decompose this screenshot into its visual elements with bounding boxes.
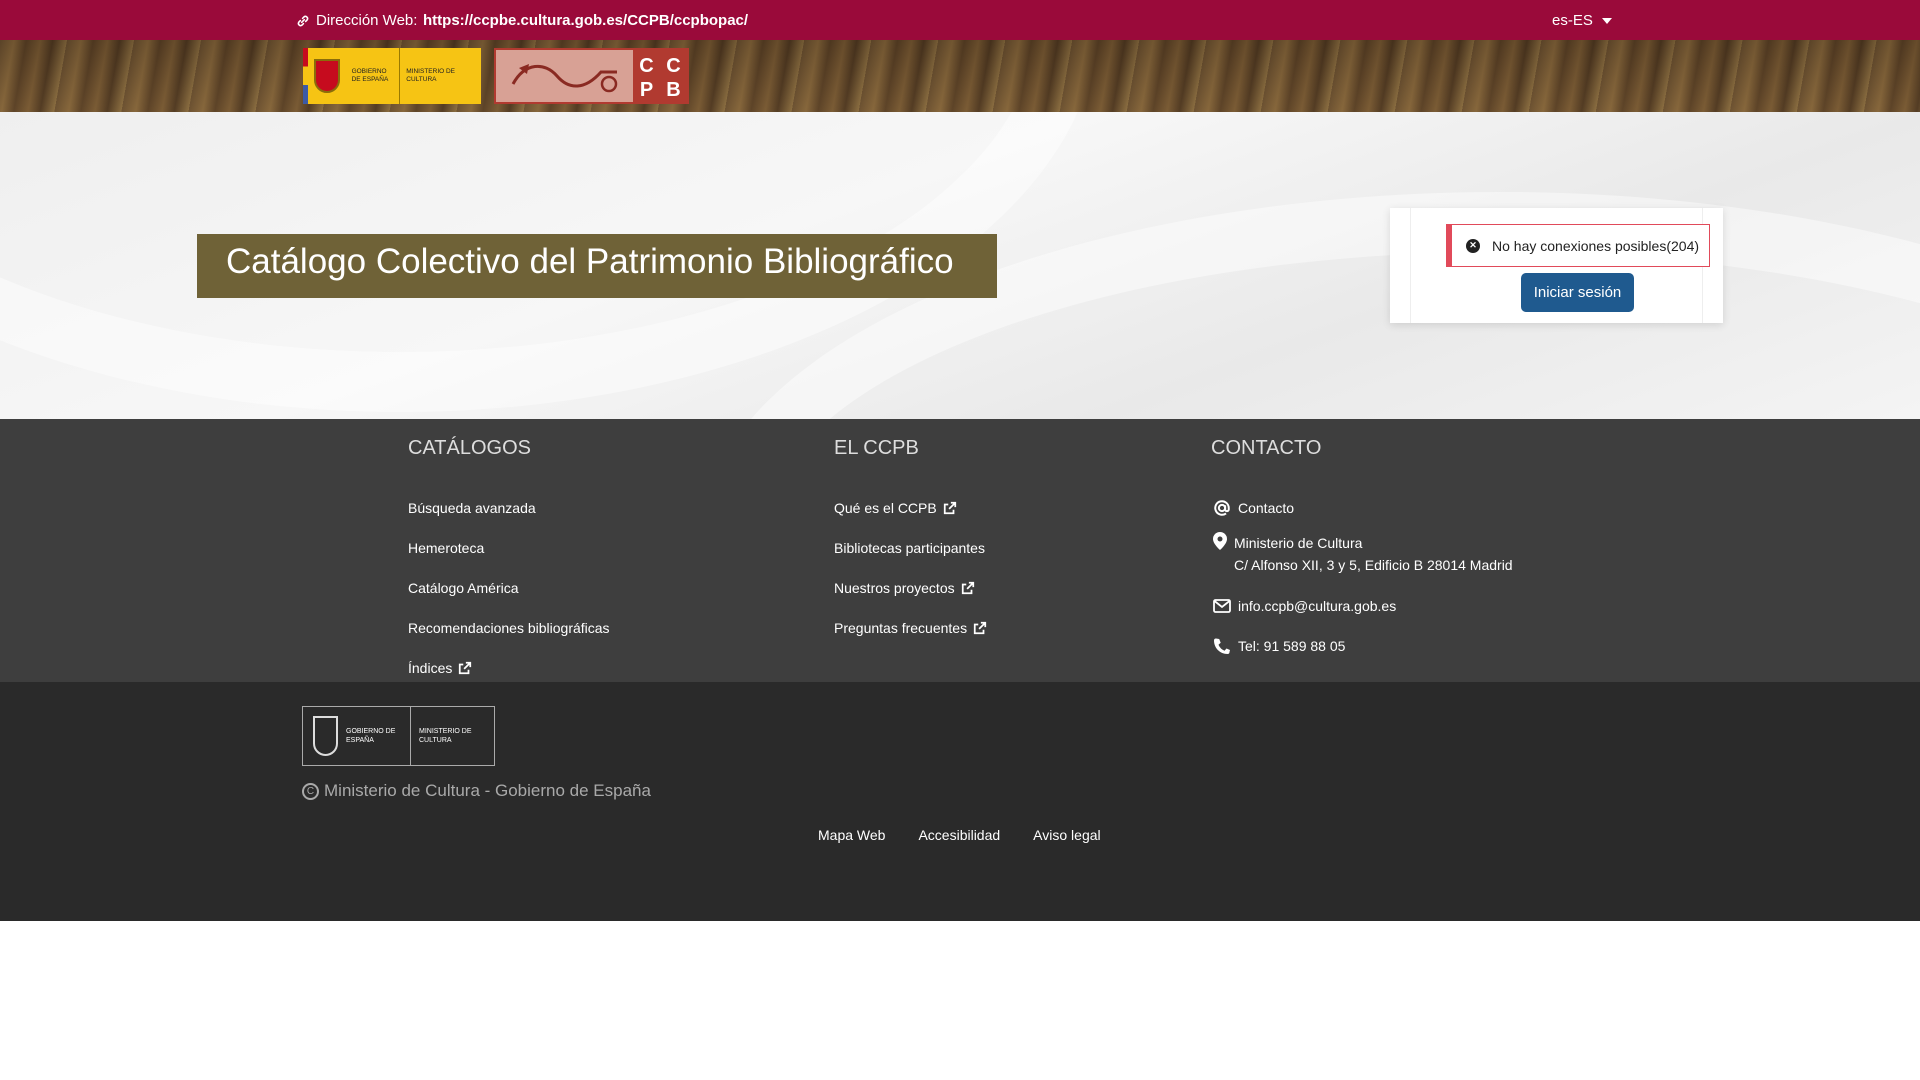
email-text: info.ccpb@cultura.gob.es [1238, 598, 1397, 614]
address-line-1: Ministerio de Cultura [1234, 535, 1363, 551]
web-address-label: Dirección Web: [296, 12, 417, 29]
external-link-icon [459, 661, 472, 675]
link-icon [297, 15, 309, 26]
link-recomendaciones[interactable]: Recomendaciones bibliográficas [408, 608, 610, 648]
legal-links: Mapa Web Accesibilidad Aviso legal [818, 827, 1101, 843]
address-item: Ministerio de Cultura C/ Alfonso XII, 3 … [1211, 528, 1513, 586]
alert-text: No hay conexiones posibles(204) [1492, 237, 1700, 254]
caret-down-icon [1601, 17, 1612, 24]
ccpb-letter: B [666, 78, 681, 101]
external-link-icon [943, 501, 956, 515]
footer-bottom: GOBIERNO DE ESPAÑA MINISTERIO DE CULTURA… [0, 682, 1920, 921]
login-panel-inner: ✕ No hay conexiones posibles(204) Inicia… [1410, 208, 1710, 323]
language-value: es-ES [1552, 12, 1593, 29]
link-busqueda-avanzada[interactable]: Búsqueda avanzada [408, 488, 610, 528]
link-contacto-label: Contacto [1238, 500, 1295, 516]
copyright: C Ministerio de Cultura - Gobierno de Es… [302, 781, 651, 801]
link-nuestros-proyectos-label: Nuestros proyectos [834, 580, 955, 596]
catalogs-heading: CATÁLOGOS [408, 437, 531, 459]
ccpb-letter: C [666, 55, 681, 77]
ministry-logo-mono-text: MINISTERIO DE CULTURA [419, 728, 472, 744]
ccpb-letter: C [639, 55, 654, 77]
at-icon [1211, 499, 1233, 517]
dragon-key-icon [496, 50, 633, 102]
map-marker-icon [1211, 532, 1229, 550]
link-que-es-ccpb-label: Qué es el CCPB [834, 500, 937, 516]
link-preguntas-frecuentes-label: Preguntas frecuentes [834, 620, 968, 636]
coat-of-arms-icon [308, 48, 345, 104]
email-link[interactable]: info.ccpb@cultura.gob.es [1211, 586, 1513, 626]
ccpb-letters: C C P B [633, 50, 687, 102]
coat-of-arms-icon [313, 716, 338, 756]
footer-links-section: CATÁLOGOS Búsqueda avanzada Hemeroteca C… [0, 419, 1920, 682]
address-label-text: Dirección Web: [316, 12, 418, 29]
top-bar: Dirección Web: https://ccpbe.cultura.gob… [0, 0, 1920, 40]
external-link-icon [973, 621, 987, 635]
contact-heading: CONTACTO [1211, 437, 1322, 459]
ccpb-heading: EL CCPB [834, 437, 919, 459]
copyright-text: Ministerio de Cultura - Gobierno de Espa… [324, 781, 651, 800]
language-selector[interactable]: es-ES [1552, 12, 1612, 29]
link-nuestros-proyectos[interactable]: Nuestros proyectos [834, 568, 987, 608]
contact-column: CONTACTO Contacto Ministerio de Cultura … [1211, 437, 1513, 666]
envelope-icon [1211, 599, 1233, 613]
link-bibliotecas[interactable]: Bibliotecas participantes [834, 528, 987, 568]
link-aviso-legal[interactable]: Aviso legal [1033, 827, 1100, 843]
login-button[interactable]: Iniciar sesión [1521, 273, 1634, 312]
link-catalogo-america[interactable]: Catálogo América [408, 568, 610, 608]
ccpb-letter: P [639, 78, 654, 101]
gov-logo-mono-text: GOBIERNO DE ESPAÑA [346, 728, 396, 744]
ccpb-logo[interactable]: C C P B [494, 48, 689, 104]
link-hemeroteca[interactable]: Hemeroteca [408, 528, 610, 568]
phone-link[interactable]: Tel: 91 589 88 05 [1211, 626, 1513, 666]
link-contacto[interactable]: Contacto [1211, 488, 1513, 528]
ministry-logo-text: MINISTERIO DE CULTURA [406, 68, 456, 83]
gov-logo-text: GOBIERNO DE ESPAÑA [346, 48, 401, 104]
link-indices-label: Índices [408, 660, 453, 676]
header-banner [0, 40, 1920, 112]
link-mapa-web[interactable]: Mapa Web [818, 827, 885, 843]
login-panel: ✕ No hay conexiones posibles(204) Inicia… [1390, 208, 1723, 323]
error-icon: ✕ [1466, 238, 1480, 253]
gobierno-ministerio-logo[interactable]: GOBIERNO DE ESPAÑA MINISTERIO DE CULTURA [303, 48, 481, 104]
link-que-es-ccpb[interactable]: Qué es el CCPB [834, 488, 987, 528]
page-title: Catálogo Colectivo del Patrimonio Biblio… [197, 234, 997, 298]
web-address-link[interactable]: https://ccpbe.cultura.gob.es/CCPB/ccpbop… [423, 12, 748, 29]
external-link-icon [961, 581, 974, 595]
gobierno-ministerio-logo-mono[interactable]: GOBIERNO DE ESPAÑA MINISTERIO DE CULTURA [302, 706, 495, 766]
address-line-2: C/ Alfonso XII, 3 y 5, Edificio B 28014 … [1234, 557, 1513, 573]
catalogs-column: CATÁLOGOS Búsqueda avanzada Hemeroteca C… [408, 437, 610, 688]
ccpb-column: EL CCPB Qué es el CCPB Bibliotecas parti… [834, 437, 987, 648]
phone-text: Tel: 91 589 88 05 [1238, 638, 1346, 654]
connection-error-alert: ✕ No hay conexiones posibles(204) [1446, 224, 1710, 267]
link-preguntas-frecuentes[interactable]: Preguntas frecuentes [834, 608, 987, 648]
copyright-icon: C [302, 782, 319, 800]
gov-logo-mono-left: GOBIERNO DE ESPAÑA [303, 707, 411, 765]
link-accesibilidad[interactable]: Accesibilidad [918, 827, 1000, 843]
phone-icon [1211, 637, 1233, 655]
